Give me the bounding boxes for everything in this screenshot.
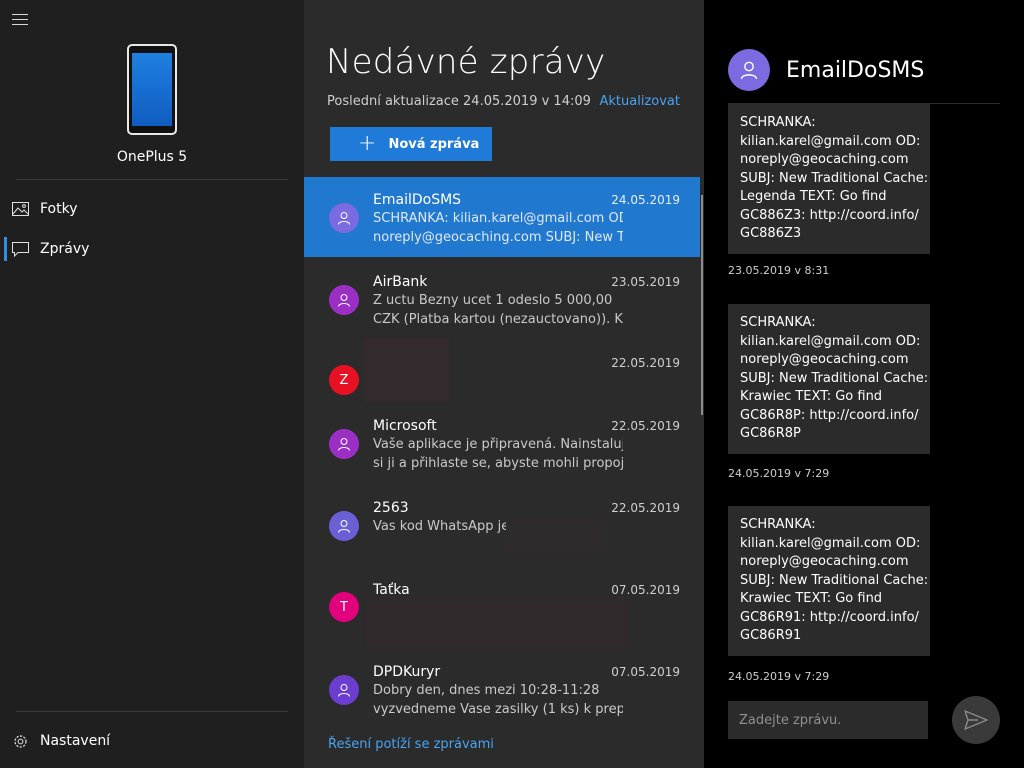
- nav-item-settings[interactable]: Nastavení: [0, 723, 304, 759]
- contact-name: Microsoft: [373, 418, 437, 434]
- last-update-text: Poslední aktualizace 24.05.2019 v 14:09: [327, 94, 591, 109]
- message-date: 24.05.2019: [611, 193, 680, 207]
- person-icon: [740, 61, 758, 80]
- device-name: OnePlus 5: [116, 149, 188, 165]
- refresh-link[interactable]: Aktualizovat: [600, 94, 680, 109]
- scrollbar[interactable]: [701, 195, 703, 415]
- message-date: 07.05.2019: [611, 665, 680, 679]
- avatar: [329, 675, 359, 705]
- contact-name: AirBank: [373, 274, 428, 290]
- conversation-title: EmailDoSMS: [786, 58, 925, 83]
- avatar: T: [329, 592, 359, 622]
- person-icon: [338, 438, 350, 451]
- nav-item-label: Fotky: [40, 201, 78, 217]
- send-button[interactable]: [952, 696, 1000, 744]
- avatar: [329, 203, 359, 233]
- new-message-button[interactable]: + Nová zpráva: [330, 127, 492, 161]
- avatar: [329, 285, 359, 315]
- conversation-item[interactable]: Microsoft 22.05.2019 Vaše aplikace je př…: [304, 403, 700, 483]
- message-preview: SCHRANKA: kilian.karel@gmail.com OD: nor…: [373, 211, 623, 245]
- message-preview: Z uctu Bezny ucet 1 odeslo 5 000,00 CZK …: [373, 293, 623, 327]
- avatar: [329, 511, 359, 541]
- avatar: [329, 429, 359, 459]
- gear-icon: [11, 732, 29, 750]
- message-bubble: SCHRANKA: kilian.karel@gmail.com OD: nor…: [728, 104, 930, 254]
- messages-list-panel: Nedávné zprávy Poslední aktualizace 24.0…: [304, 0, 704, 768]
- person-icon: [338, 294, 350, 307]
- redacted-content: [364, 338, 449, 402]
- avatar: Z: [329, 365, 359, 395]
- nav-item-label: Zprávy: [40, 241, 90, 257]
- message-date: 22.05.2019: [611, 356, 680, 370]
- message-preview: Vaše aplikace je připravená. Nainstalujt…: [373, 437, 623, 471]
- message-timestamp: 24.05.2019 v 7:29: [728, 670, 830, 683]
- nav-item-label: Nastavení: [40, 733, 111, 749]
- contact-name: EmailDoSMS: [373, 192, 462, 208]
- conversation-item[interactable]: EmailDoSMS 24.05.2019 SCHRANKA: kilian.k…: [304, 177, 700, 257]
- phone-device-icon: [127, 44, 177, 135]
- conversation-item[interactable]: DPDKuryr 07.05.2019 Dobry den, dnes mezi…: [304, 649, 700, 727]
- plus-icon: +: [358, 131, 377, 156]
- divider: [16, 711, 288, 712]
- photos-icon: [11, 200, 29, 218]
- person-icon: [338, 212, 350, 225]
- conversation-list: EmailDoSMS 24.05.2019 SCHRANKA: kilian.k…: [304, 177, 704, 727]
- message-preview: Dobry den, dnes mezi 10:28-11:28 vyzvedn…: [373, 683, 623, 717]
- compose-box: [728, 701, 928, 739]
- contact-name: Taťka: [373, 582, 410, 598]
- conversation-panel: EmailDoSMS SCHRANKA: kilian.karel@gmail.…: [704, 0, 1024, 768]
- contact-name: DPDKuryr: [373, 664, 441, 680]
- divider: [16, 179, 288, 180]
- message-timestamp: 24.05.2019 v 7:29: [728, 467, 830, 480]
- contact-avatar: [728, 49, 770, 91]
- hamburger-menu-icon[interactable]: [12, 14, 28, 26]
- new-message-label: Nová zpráva: [388, 136, 480, 152]
- message-input[interactable]: [728, 701, 928, 739]
- send-icon: [964, 710, 988, 730]
- messages-icon: [11, 240, 29, 258]
- person-icon: [338, 520, 350, 533]
- nav-item-messages[interactable]: Zprávy: [0, 231, 304, 267]
- message-timestamp: 23.05.2019 v 8:31: [728, 264, 830, 277]
- conversation-item[interactable]: AirBank 23.05.2019 Z uctu Bezny ucet 1 o…: [304, 259, 700, 339]
- nav-item-photos[interactable]: Fotky: [0, 191, 304, 227]
- message-date: 22.05.2019: [611, 501, 680, 515]
- message-date: 07.05.2019: [611, 583, 680, 597]
- conversation-item[interactable]: 2563 22.05.2019 Vas kod WhatsApp je: [304, 485, 700, 565]
- message-date: 22.05.2019: [611, 419, 680, 433]
- redacted-content: [506, 516, 606, 552]
- message-date: 23.05.2019: [611, 275, 680, 289]
- troubleshoot-link[interactable]: Řešení potíží se zprávami: [328, 737, 494, 752]
- page-title: Nedávné zprávy: [326, 42, 606, 82]
- message-bubble: SCHRANKA: kilian.karel@gmail.com OD: nor…: [728, 506, 930, 656]
- message-bubble: SCHRANKA: kilian.karel@gmail.com OD: nor…: [728, 304, 930, 454]
- conversation-item[interactable]: T Taťka 07.05.2019: [304, 567, 700, 649]
- sidebar: OnePlus 5 Fotky Zprávy Nastavení: [0, 0, 304, 768]
- person-icon: [338, 684, 350, 697]
- redacted-content: [366, 599, 628, 649]
- contact-name: 2563: [373, 500, 409, 516]
